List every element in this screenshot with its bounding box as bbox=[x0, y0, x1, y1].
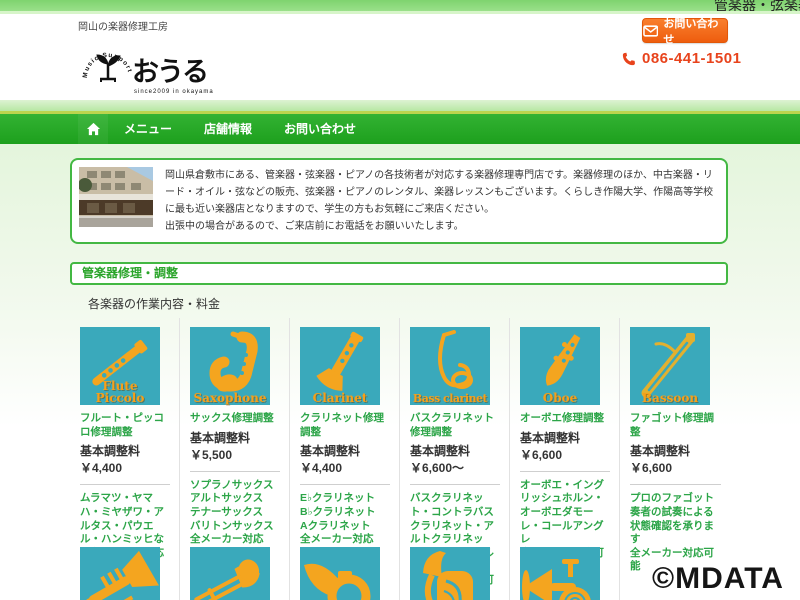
intro-paragraph-1: 岡山県倉敷市にある、管楽器・弦楽器・ピアノの各技術者が対応する楽器修理専門店です… bbox=[165, 167, 719, 218]
logo-graphic: Music Support OWL おうる since2009 in okaya… bbox=[80, 30, 220, 100]
intro-box: 岡山県倉敷市にある、管楽器・弦楽器・ピアノの各技術者が対応する楽器修理専門店です… bbox=[70, 158, 728, 244]
nav-home[interactable] bbox=[78, 114, 108, 144]
euphonium-thumbnail[interactable] bbox=[520, 547, 600, 600]
section-sub-heading: 各楽器の作業内容・料金 bbox=[88, 295, 220, 312]
contact-button[interactable]: お問い合わせ bbox=[642, 18, 728, 43]
card-description: E♭クラリネット B♭クラリネット Aクラリネット 全メーカー対応 bbox=[300, 492, 390, 547]
page: 管楽器・弦楽器 岡山の楽器修理工房 Music Support OWL おうる … bbox=[0, 0, 800, 600]
flute-thumbnail[interactable]: Flute Piccolo bbox=[80, 327, 160, 405]
tuba-icon bbox=[410, 547, 490, 600]
section-heading: 管楽器修理・調整 bbox=[70, 262, 728, 285]
french-horn-icon bbox=[300, 547, 380, 600]
nav-item-contact[interactable]: お問い合わせ bbox=[268, 114, 372, 144]
phone-number-text: 086-441-1501 bbox=[642, 50, 741, 67]
card-divider bbox=[300, 484, 390, 485]
site-logo[interactable]: Music Support OWL おうる since2009 in okaya… bbox=[80, 30, 220, 100]
storefront-photo bbox=[79, 167, 153, 227]
bassoon-caption: Bassoon bbox=[630, 392, 710, 404]
trombone-thumbnail[interactable] bbox=[190, 547, 270, 600]
card-title: サックス修理調整 bbox=[190, 412, 280, 426]
nav-item-menu[interactable]: メニュー bbox=[108, 114, 188, 144]
card-divider bbox=[410, 484, 500, 485]
card-title: バスクラリネット修理調整 bbox=[410, 412, 500, 439]
card-price: 基本調整料￥6,600 bbox=[630, 442, 721, 476]
card-title: オーボエ修理調整 bbox=[520, 412, 610, 426]
brass-thumbnails-row bbox=[70, 540, 730, 600]
saxophone-thumbnail[interactable]: Saxophone bbox=[190, 327, 270, 405]
top-strip: 管楽器・弦楽器 bbox=[0, 0, 800, 11]
intro-text: 岡山県倉敷市にある、管楽器・弦楽器・ピアノの各技術者が対応する楽器修理専門店です… bbox=[165, 167, 719, 235]
header: 岡山の楽器修理工房 Music Support OWL おうる since200… bbox=[0, 14, 800, 100]
contact-button-label: お問い合わせ bbox=[663, 15, 727, 47]
nav-item-shop-info[interactable]: 店舗情報 bbox=[188, 114, 268, 144]
trumpet-icon bbox=[80, 547, 160, 600]
trumpet-thumbnail[interactable] bbox=[80, 547, 160, 600]
saxophone-caption: Saxophone bbox=[190, 392, 270, 404]
card-title: フルート・ピッコロ修理調整 bbox=[80, 412, 170, 439]
bassoon-thumbnail[interactable]: Bassoon bbox=[630, 327, 710, 405]
french-horn-thumbnail[interactable] bbox=[300, 547, 380, 600]
logo-sub-text: since2009 in okayama bbox=[134, 89, 214, 95]
home-icon bbox=[86, 122, 101, 136]
oboe-caption: Oboe bbox=[520, 392, 600, 404]
brass-cell bbox=[70, 540, 180, 600]
card-divider bbox=[190, 471, 280, 472]
card-title: ファゴット修理調整 bbox=[630, 412, 721, 439]
content-area: 岡山県倉敷市にある、管楽器・弦楽器・ピアノの各技術者が対応する楽器修理専門店です… bbox=[0, 144, 800, 600]
watermark: ©MDATA bbox=[652, 562, 784, 596]
brass-cell bbox=[510, 540, 620, 600]
phone-number[interactable]: 086-441-1501 bbox=[622, 50, 741, 67]
brass-cell bbox=[290, 540, 400, 600]
main-nav: メニュー 店舗情報 お問い合わせ bbox=[0, 114, 800, 144]
card-price: 基本調整料￥6,600 bbox=[520, 429, 610, 463]
bass-clarinet-caption: Bass clarinet bbox=[410, 393, 490, 404]
card-price: 基本調整料￥6,600〜 bbox=[410, 442, 500, 476]
logo-main-text: おうる bbox=[132, 57, 207, 87]
card-divider bbox=[630, 484, 721, 485]
intro-paragraph-2: 出張中の場合があるので、ご来店前にお電話をお願いいたします。 bbox=[165, 218, 719, 235]
oboe-thumbnail[interactable]: Oboe bbox=[520, 327, 600, 405]
prenav-band bbox=[0, 100, 800, 111]
card-description: ソプラノサックス アルトサックス テナーサックス バリトンサックス 全メーカー対… bbox=[190, 479, 280, 547]
card-price: 基本調整料￥4,400 bbox=[80, 442, 170, 476]
sprout-icon bbox=[97, 55, 120, 82]
card-divider bbox=[520, 471, 610, 472]
clarinet-caption: Clarinet bbox=[300, 392, 380, 404]
card-price: 基本調整料￥5,500 bbox=[190, 429, 280, 463]
brass-cell bbox=[180, 540, 290, 600]
flute-caption: Flute Piccolo bbox=[80, 380, 160, 404]
bass-clarinet-thumbnail[interactable]: Bass clarinet bbox=[410, 327, 490, 405]
euphonium-icon bbox=[520, 547, 600, 600]
tuba-thumbnail[interactable] bbox=[410, 547, 490, 600]
phone-icon bbox=[622, 52, 636, 66]
brass-cell bbox=[400, 540, 510, 600]
envelope-icon bbox=[643, 25, 658, 37]
clarinet-thumbnail[interactable]: Clarinet bbox=[300, 327, 380, 405]
card-title: クラリネット修理調整 bbox=[300, 412, 390, 439]
trombone-icon bbox=[190, 547, 270, 600]
card-divider bbox=[80, 484, 170, 485]
card-price: 基本調整料￥4,400 bbox=[300, 442, 390, 476]
